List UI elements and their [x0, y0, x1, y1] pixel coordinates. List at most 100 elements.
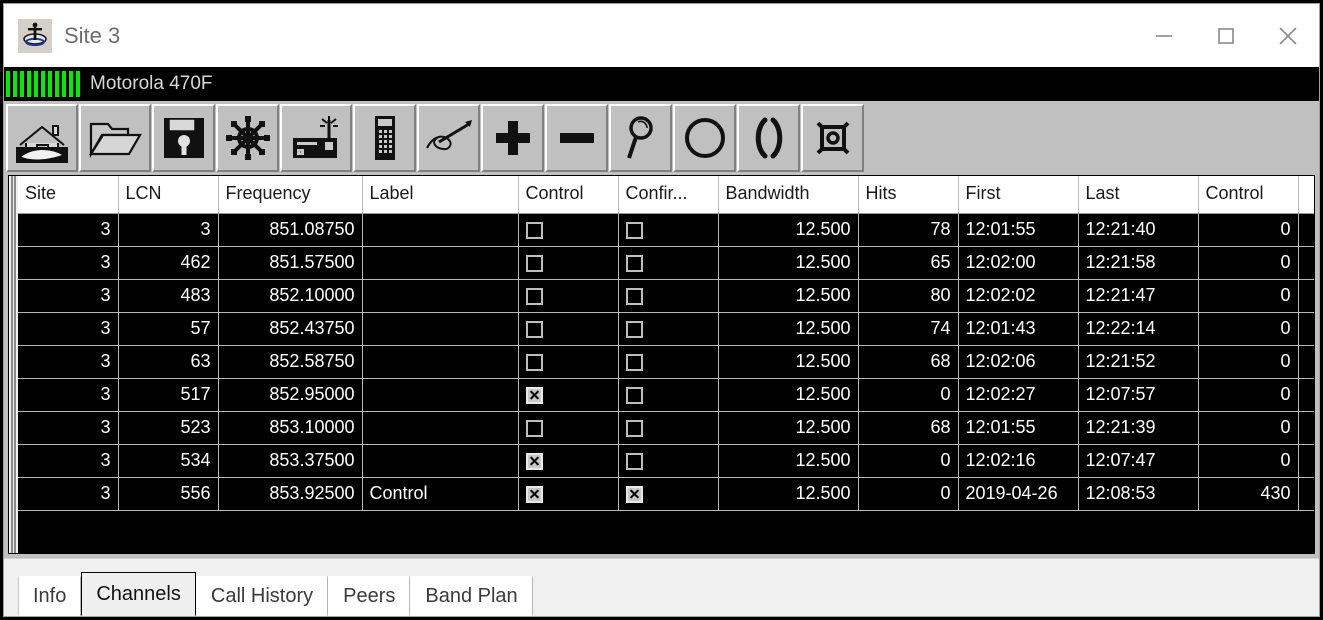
cell-site[interactable]: 3: [18, 279, 119, 313]
table-row[interactable]: 3 63 852.58750 12.500 68 12:02:06 12:21:52 0: [18, 345, 1314, 379]
column-header-control[interactable]: Control: [518, 176, 619, 214]
cell-bandwidth[interactable]: 12.500: [718, 246, 859, 280]
cell-hits[interactable]: 0: [858, 378, 959, 412]
tab-peers[interactable]: Peers: [328, 576, 411, 616]
cell-control-checkbox[interactable]: [518, 213, 619, 247]
checkbox-unchecked-icon[interactable]: [625, 386, 643, 404]
cell-last[interactable]: 12:22:14: [1078, 312, 1199, 346]
cell-hits[interactable]: 0: [858, 444, 959, 478]
checkbox-unchecked-icon[interactable]: [525, 320, 543, 338]
cell-bandwidth[interactable]: 12.500: [718, 345, 859, 379]
column-header-label[interactable]: Label: [362, 176, 519, 214]
tab-band-plan[interactable]: Band Plan: [410, 576, 533, 616]
cell-last[interactable]: 12:21:47: [1078, 279, 1199, 313]
checkbox-unchecked-icon[interactable]: [625, 320, 643, 338]
cell-lcn[interactable]: 523: [118, 411, 219, 445]
cell-site[interactable]: 3: [18, 213, 119, 247]
checkbox-unchecked-icon[interactable]: [625, 452, 643, 470]
column-header-last[interactable]: Last: [1078, 176, 1199, 214]
cell-control-checkbox[interactable]: [518, 279, 619, 313]
cell-control-count[interactable]: 0: [1198, 378, 1299, 412]
cell-control-checkbox[interactable]: [518, 312, 619, 346]
checkbox-checked-icon[interactable]: [525, 485, 543, 503]
column-header-frequency[interactable]: Frequency: [218, 176, 363, 214]
checkbox-unchecked-icon[interactable]: [525, 221, 543, 239]
cell-control-checkbox[interactable]: [518, 246, 619, 280]
cell-label[interactable]: [362, 246, 519, 280]
cell-control-checkbox[interactable]: [518, 345, 619, 379]
cell-hits[interactable]: 74: [858, 312, 959, 346]
cell-lcn[interactable]: 57: [118, 312, 219, 346]
cell-label[interactable]: [362, 279, 519, 313]
cell-site[interactable]: 3: [18, 312, 119, 346]
cell-first[interactable]: 12:01:55: [958, 411, 1079, 445]
cell-first[interactable]: 12:02:06: [958, 345, 1079, 379]
table-row[interactable]: 3 517 852.95000 12.500 0 12:02:27 12:07:57 0: [18, 378, 1314, 412]
circle-icon[interactable]: [673, 104, 736, 172]
cell-confirmed-checkbox[interactable]: [618, 477, 719, 511]
cell-label[interactable]: [362, 345, 519, 379]
cell-lcn[interactable]: 556: [118, 477, 219, 511]
cell-lcn[interactable]: 63: [118, 345, 219, 379]
cell-confirmed-checkbox[interactable]: [618, 411, 719, 445]
cell-bandwidth[interactable]: 12.500: [718, 312, 859, 346]
scanner-radio-icon[interactable]: [280, 104, 352, 172]
cell-confirmed-checkbox[interactable]: [618, 312, 719, 346]
cell-hits[interactable]: 65: [858, 246, 959, 280]
minus-icon[interactable]: [545, 104, 608, 172]
cell-control-checkbox[interactable]: [518, 444, 619, 478]
column-header-hits[interactable]: Hits: [858, 176, 959, 214]
cell-control-count[interactable]: 0: [1198, 411, 1299, 445]
table-row[interactable]: 3 483 852.10000 12.500 80 12:02:02 12:21:47 0: [18, 279, 1314, 313]
checkbox-checked-icon[interactable]: [525, 386, 543, 404]
cell-lcn[interactable]: 462: [118, 246, 219, 280]
column-header-bandwidth[interactable]: Bandwidth: [718, 176, 859, 214]
cell-first[interactable]: 12:02:00: [958, 246, 1079, 280]
cell-last[interactable]: 12:07:57: [1078, 378, 1199, 412]
cell-site[interactable]: 3: [18, 444, 119, 478]
cell-frequency[interactable]: 853.92500: [218, 477, 363, 511]
vertical-scrollbar[interactable]: [9, 176, 18, 553]
cell-control-count[interactable]: 0: [1198, 444, 1299, 478]
minimize-icon[interactable]: [1133, 4, 1195, 67]
cell-last[interactable]: 12:21:58: [1078, 246, 1199, 280]
cell-site[interactable]: 3: [18, 378, 119, 412]
handheld-radio-icon[interactable]: [353, 104, 416, 172]
checkbox-unchecked-icon[interactable]: [525, 254, 543, 272]
cell-frequency[interactable]: 852.58750: [218, 345, 363, 379]
column-header-site[interactable]: Site: [18, 176, 119, 214]
cell-site[interactable]: 3: [18, 411, 119, 445]
tab-info[interactable]: Info: [18, 576, 82, 616]
checkbox-unchecked-icon[interactable]: [525, 353, 543, 371]
cell-frequency[interactable]: 851.08750: [218, 213, 363, 247]
cell-last[interactable]: 12:21:39: [1078, 411, 1199, 445]
table-row[interactable]: 3 3 851.08750 12.500 78 12:01:55 12:21:40 0: [18, 213, 1314, 247]
table-row[interactable]: 3 57 852.43750 12.500 74 12:01:43 12:22:14 0: [18, 312, 1314, 346]
cell-label[interactable]: [362, 312, 519, 346]
cell-lcn[interactable]: 517: [118, 378, 219, 412]
cell-bandwidth[interactable]: 12.500: [718, 411, 859, 445]
cell-confirmed-checkbox[interactable]: [618, 246, 719, 280]
cell-control-count[interactable]: 430: [1198, 477, 1299, 511]
cell-bandwidth[interactable]: 12.500: [718, 378, 859, 412]
checkbox-unchecked-icon[interactable]: [625, 353, 643, 371]
maximize-icon[interactable]: [1195, 4, 1257, 67]
cell-lcn[interactable]: 534: [118, 444, 219, 478]
cell-control-checkbox[interactable]: [518, 378, 619, 412]
cell-site[interactable]: 3: [18, 345, 119, 379]
cell-label[interactable]: [362, 444, 519, 478]
cell-bandwidth[interactable]: 12.500: [718, 477, 859, 511]
cell-control-count[interactable]: 0: [1198, 213, 1299, 247]
save-disk-icon[interactable]: [152, 104, 215, 172]
cell-bandwidth[interactable]: 12.500: [718, 444, 859, 478]
cell-confirmed-checkbox[interactable]: [618, 444, 719, 478]
cell-confirmed-checkbox[interactable]: [618, 279, 719, 313]
cell-frequency[interactable]: 852.95000: [218, 378, 363, 412]
column-header-lcn[interactable]: LCN: [118, 176, 219, 214]
cell-hits[interactable]: 78: [858, 213, 959, 247]
cell-hits[interactable]: 80: [858, 279, 959, 313]
cell-bandwidth[interactable]: 12.500: [718, 279, 859, 313]
checkbox-unchecked-icon[interactable]: [525, 419, 543, 437]
ships-wheel-icon[interactable]: [216, 104, 279, 172]
cell-first[interactable]: 2019-04-26: [958, 477, 1079, 511]
